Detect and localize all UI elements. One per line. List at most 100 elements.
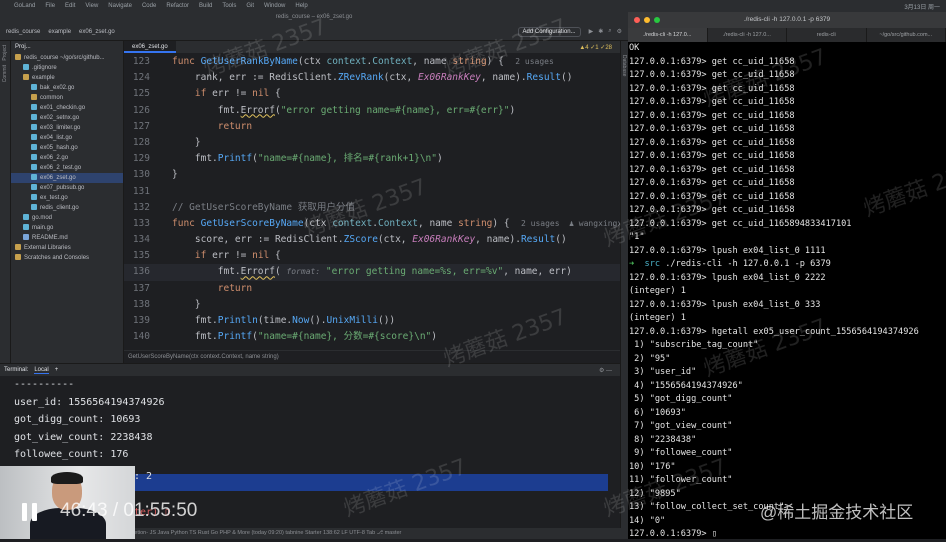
code-line[interactable]: 131 xyxy=(124,184,620,200)
add-configuration-button[interactable]: Add Configuration... xyxy=(518,27,581,37)
redis-output-line: 11) "follower_count" xyxy=(629,474,946,488)
tool-window-commit[interactable]: Commit xyxy=(2,65,8,82)
run-icon[interactable]: ▶ xyxy=(589,28,594,35)
tree-item-label: ex02_setnx.go xyxy=(40,115,79,121)
code-breadcrumb[interactable]: GetUserScoreByName(ctx context.Context, … xyxy=(124,350,620,363)
line-number: 128 xyxy=(124,135,150,151)
code-line[interactable]: 130} xyxy=(124,167,620,183)
code-line[interactable]: 138 } xyxy=(124,297,620,313)
tree-item[interactable]: redis_client.go xyxy=(11,203,123,213)
tree-item[interactable]: example xyxy=(11,73,123,83)
code-text: if err != nil { xyxy=(172,88,281,99)
settings-icon[interactable]: ⚙ xyxy=(599,368,604,374)
tree-item[interactable]: main.go xyxy=(11,223,123,233)
tree-item[interactable]: README.md xyxy=(11,233,123,243)
menu-item[interactable]: View xyxy=(85,3,98,9)
terminal-tab[interactable]: ~/go/src/github.com... xyxy=(867,28,946,42)
add-terminal-icon[interactable]: + xyxy=(55,367,59,373)
tree-item[interactable]: .gitignore xyxy=(11,63,123,73)
code-line[interactable]: 127 return xyxy=(124,119,620,135)
tree-item[interactable]: ex04_list.go xyxy=(11,133,123,143)
tree-item[interactable]: go.mod xyxy=(11,213,123,223)
tree-item[interactable]: ex06_2_test.go xyxy=(11,163,123,173)
menu-item[interactable]: Help xyxy=(295,3,307,9)
code-line[interactable]: 124 rank, err := RedisClient.ZRevRank(ct… xyxy=(124,70,620,86)
tree-item[interactable]: Scratches and Consoles xyxy=(11,253,123,263)
menu-item[interactable]: Edit xyxy=(65,3,75,9)
line-number: 137 xyxy=(124,281,150,297)
tree-item[interactable]: redis_course ~/go/src/github... xyxy=(11,53,123,63)
code-line[interactable]: 134 score, err := RedisClient.ZScore(ctx… xyxy=(124,232,620,248)
zoom-icon[interactable] xyxy=(654,17,660,23)
code-line[interactable]: 136 fmt.Errorf( format: "error getting n… xyxy=(124,264,620,280)
debug-icon[interactable]: ✱ xyxy=(598,28,603,35)
redis-output-line: 1) "subscribe_tag_count" xyxy=(629,339,946,353)
terminal-tab[interactable]: ./redis-cli -h 127.0... xyxy=(708,28,788,42)
menu-item[interactable]: File xyxy=(45,3,55,9)
tree-item[interactable]: ex05_hash.go xyxy=(11,143,123,153)
tree-item[interactable]: ex06_2.go xyxy=(11,153,123,163)
code-line[interactable]: 126 fmt.Errorf("error getting name=#{nam… xyxy=(124,103,620,119)
tree-item[interactable]: bak_ex02.go xyxy=(11,83,123,93)
menu-item[interactable]: Code xyxy=(142,3,156,9)
code-line[interactable]: 133func GetUserScoreByName(ctx context.C… xyxy=(124,216,620,232)
minimize-icon[interactable]: — xyxy=(606,368,612,374)
menu-item[interactable]: Refactor xyxy=(166,3,189,9)
code-line[interactable]: 123func GetUserRankByName(ctx context.Co… xyxy=(124,54,620,70)
breadcrumb-folder[interactable]: example xyxy=(48,29,71,35)
editor-tab[interactable]: ex06_zset.go xyxy=(124,41,176,53)
tree-item[interactable]: ex_test.go xyxy=(11,193,123,203)
code-line[interactable]: 135 if err != nil { xyxy=(124,248,620,264)
code-line[interactable]: 139 fmt.Println(time.Now().UnixMilli()) xyxy=(124,313,620,329)
code-area[interactable]: 123func GetUserRankByName(ctx context.Co… xyxy=(124,54,620,350)
code-text: fmt.Errorf( format: "error getting name=… xyxy=(172,266,572,277)
menu-item[interactable]: GoLand xyxy=(14,3,35,9)
menu-item[interactable]: Build xyxy=(199,3,212,9)
tree-item[interactable]: ex01_checkin.go xyxy=(11,103,123,113)
code-text: } xyxy=(172,169,178,180)
tree-item[interactable]: common xyxy=(11,93,123,103)
search-icon[interactable]: ⌕ xyxy=(608,28,611,35)
pause-icon[interactable] xyxy=(22,503,38,521)
menu-item[interactable]: Navigate xyxy=(108,3,132,9)
tool-window-database[interactable]: Database xyxy=(621,55,627,76)
minimize-icon[interactable] xyxy=(644,17,650,23)
file-icon xyxy=(31,134,37,140)
tree-item[interactable]: ex06_zset.go xyxy=(11,173,123,183)
file-icon xyxy=(31,124,37,130)
line-number: 129 xyxy=(124,151,150,167)
code-line[interactable]: 140 fmt.Printf("name=#{name}, 分数=#{score… xyxy=(124,329,620,345)
code-line[interactable]: 125 if err != nil { xyxy=(124,86,620,102)
breadcrumb-project[interactable]: redis_course xyxy=(6,29,40,35)
code-text: // GetUserScoreByName 获取用户分值 xyxy=(172,202,355,213)
file-icon xyxy=(31,114,37,120)
tree-item-label: example xyxy=(32,75,55,81)
file-icon xyxy=(31,194,37,200)
tree-item[interactable]: ex07_pubsub.go xyxy=(11,183,123,193)
terminal-tab[interactable]: redis-cli xyxy=(787,28,867,42)
tree-item[interactable]: ex02_setnx.go xyxy=(11,113,123,123)
close-icon[interactable] xyxy=(634,17,640,23)
ide-toolbar: redis_course example ex06_zset.go Add Co… xyxy=(0,23,628,41)
code-editor[interactable]: ex06_zset.go ▲4 ✓1 ✓28 123func GetUserRa… xyxy=(124,41,620,363)
project-panel-title[interactable]: Proj... xyxy=(11,41,123,53)
terminal-tab-local[interactable]: Local xyxy=(34,367,48,374)
terminal-tab[interactable]: ./redis-cli -h 127.0... xyxy=(628,28,708,42)
menu-item[interactable]: Git xyxy=(246,3,254,9)
tool-window-project[interactable]: Project xyxy=(2,45,8,61)
line-number: 130 xyxy=(124,167,150,183)
menu-item[interactable]: Tools xyxy=(222,3,236,9)
code-line[interactable]: 128 } xyxy=(124,135,620,151)
code-line[interactable]: 137 return xyxy=(124,281,620,297)
code-text: return xyxy=(172,121,252,132)
menu-item[interactable]: Window xyxy=(264,3,285,9)
settings-icon[interactable]: ⚙ xyxy=(617,28,622,35)
redis-terminal-output[interactable]: OK127.0.0.1:6379> get cc_uid_11658127.0.… xyxy=(628,42,946,542)
code-line[interactable]: 132// GetUserScoreByName 获取用户分值 xyxy=(124,200,620,216)
breadcrumb-file[interactable]: ex06_zset.go xyxy=(79,29,115,35)
tree-item[interactable]: External Libraries xyxy=(11,243,123,253)
inspection-status[interactable]: ▲4 ✓1 ✓28 xyxy=(579,44,620,51)
code-line[interactable]: 129 fmt.Printf("name=#{name}, 排名=#{rank+… xyxy=(124,151,620,167)
redis-terminal-title: ./redis-cli -h 127.0.0.1 -p 6379 xyxy=(744,16,830,23)
tree-item[interactable]: ex03_limiter.go xyxy=(11,123,123,133)
